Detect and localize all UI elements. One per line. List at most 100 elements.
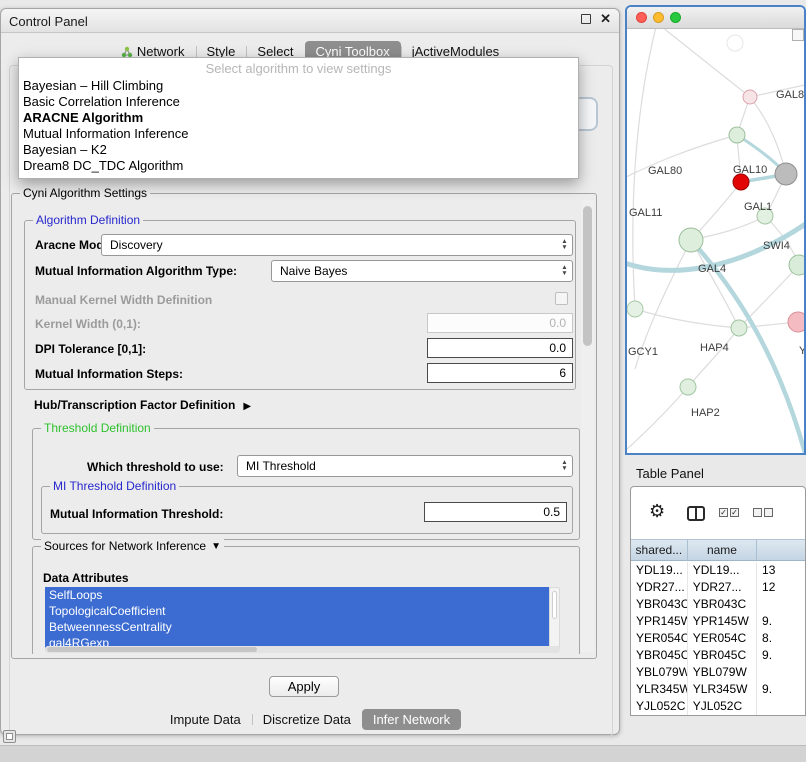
table-row[interactable]: YBR045CYBR045C9. <box>631 647 805 664</box>
gear-icon[interactable]: ⚙ <box>649 501 665 521</box>
cell <box>757 698 805 715</box>
attribute-list: SelfLoops TopologicalCoefficient Between… <box>45 587 549 651</box>
algorithm-definition-group: Algorithm Definition Aracne Mode: Discov… <box>24 220 576 390</box>
tab-impute-data[interactable]: Impute Data <box>159 709 252 730</box>
tab-infer-network[interactable]: Infer Network <box>362 709 461 730</box>
zoom-traffic-light[interactable] <box>670 12 681 23</box>
attribute-list-scrollbar[interactable] <box>549 587 560 651</box>
minimized-window-icon[interactable] <box>3 730 16 743</box>
table-row[interactable]: YDR27...YDR27...12 <box>631 579 805 596</box>
cell: YBL079W <box>631 664 688 681</box>
column-header-cut[interactable] <box>757 540 805 560</box>
node-top-pink[interactable] <box>743 90 757 104</box>
network-titlebar[interactable] <box>627 7 804 29</box>
node-gray-large[interactable] <box>775 163 797 185</box>
tab-discretize-data[interactable]: Discretize Data <box>252 709 362 730</box>
mi-steps-field[interactable]: 6 <box>427 363 573 383</box>
settings-group-title: Cyni Algorithm Settings <box>20 186 150 200</box>
cell: YLR345W <box>631 681 688 698</box>
checked-box-icon: ✓ <box>730 508 739 517</box>
stepper-icon: ▲▼ <box>557 460 572 472</box>
node-label: GAL10 <box>733 164 767 176</box>
cell: 12 <box>757 579 805 596</box>
cell: YLR345W <box>688 681 757 698</box>
stepper-icon: ▲▼ <box>557 239 572 251</box>
node-label: HAP2 <box>691 407 720 419</box>
node-faint-outline[interactable] <box>727 35 743 51</box>
hub-definition-expander[interactable]: Hub/Transcription Factor Definition▶ <box>34 396 251 412</box>
data-attributes-label: Data Attributes <box>43 571 129 585</box>
mi-type-select[interactable]: Naive Bayes ▲▼ <box>271 260 573 282</box>
table-body: YDL19...YDL19...13 YDR27...YDR27...12 YB… <box>631 562 805 715</box>
cyni-algorithm-settings-group: Cyni Algorithm Settings Algorithm Defini… <box>11 193 597 659</box>
popup-placeholder: Select algorithm to view settings <box>19 58 578 78</box>
which-threshold-select[interactable]: MI Threshold ▲▼ <box>237 455 573 477</box>
algorithm-option[interactable]: Mutual Information Inference <box>19 126 578 142</box>
algorithm-option[interactable]: Dream8 DC_TDC Algorithm <box>19 158 578 174</box>
tab-label: Discretize Data <box>263 712 351 727</box>
algorithm-option[interactable]: Basic Correlation Inference <box>19 94 578 110</box>
node-right-pink[interactable] <box>788 312 804 332</box>
algorithm-option[interactable]: Bayesian – Hill Climbing <box>19 78 578 94</box>
dpi-tolerance-field[interactable]: 0.0 <box>427 338 573 358</box>
unchecked-box-icon <box>753 508 762 517</box>
node-label: GAL11 <box>629 207 662 219</box>
node-left-green[interactable] <box>627 301 643 317</box>
attribute-list-hscrollbar[interactable] <box>45 646 560 653</box>
mi-threshold-label: Mutual Information Threshold: <box>50 507 223 521</box>
checked-box-icon: ✓ <box>719 508 728 517</box>
close-traffic-light[interactable] <box>636 12 647 23</box>
cell <box>757 664 805 681</box>
algorithm-option-selected[interactable]: ARACNE Algorithm <box>19 110 578 126</box>
cell: YBR045C <box>631 647 688 664</box>
cell: YPR145W <box>631 613 688 630</box>
float-window-icon[interactable] <box>581 14 591 24</box>
mi-steps-label: Mutual Information Steps: <box>35 367 183 381</box>
table-row[interactable]: YPR145WYPR145W9. <box>631 613 805 630</box>
kernel-width-field[interactable]: 0.0 <box>427 313 573 333</box>
select-all-columns-icon[interactable]: ✓ ✓ <box>719 508 739 517</box>
unchecked-box-icon <box>764 508 773 517</box>
table-row[interactable]: YDL19...YDL19...13 <box>631 562 805 579</box>
node-label: GAL4 <box>698 263 726 275</box>
which-threshold-value: MI Threshold <box>238 459 557 473</box>
scrollbar-corner[interactable] <box>792 29 804 41</box>
node-right-green[interactable] <box>789 255 804 275</box>
minimize-traffic-light[interactable] <box>653 12 664 23</box>
node-label: Y <box>799 345 804 357</box>
manual-kernel-checkbox[interactable] <box>555 292 568 305</box>
unselect-all-columns-icon[interactable] <box>753 508 773 517</box>
node-gal4[interactable] <box>679 228 703 252</box>
attribute-item[interactable]: TopologicalCoefficient <box>45 603 549 619</box>
node-hap2[interactable] <box>680 379 696 395</box>
close-icon[interactable]: ✕ <box>600 14 611 24</box>
column-header-name[interactable]: name <box>688 540 757 560</box>
highlighted-edges <box>627 135 804 453</box>
network-graph: GAL8 GAL80 GAL10 GAL11 GAL1 SWI4 GAL4 GC… <box>627 29 804 455</box>
node-hap4[interactable] <box>731 320 747 336</box>
window-title: Control Panel <box>9 14 88 29</box>
node-top-green[interactable] <box>729 127 745 143</box>
control-panel-titlebar[interactable]: Control Panel ✕ <box>1 9 619 33</box>
cell: YBL079W <box>688 664 757 681</box>
apply-button[interactable]: Apply <box>269 676 339 697</box>
table-row[interactable]: YBL079WYBL079W <box>631 664 805 681</box>
node-red[interactable] <box>733 174 749 190</box>
column-header-shared-name[interactable]: shared... <box>631 540 688 560</box>
attribute-item[interactable]: BetweennessCentrality <box>45 619 549 635</box>
table-row[interactable]: YJL052CYJL052C <box>631 698 805 715</box>
columns-icon[interactable] <box>687 506 705 521</box>
table-row[interactable]: YLR345WYLR345W9. <box>631 681 805 698</box>
settings-scrollbar[interactable] <box>581 200 594 652</box>
algorithm-option[interactable]: Bayesian – K2 <box>19 142 578 158</box>
table-panel-title: Table Panel <box>636 466 704 481</box>
mi-threshold-field[interactable]: 0.5 <box>424 502 567 522</box>
table-row[interactable]: YBR043CYBR043C <box>631 596 805 613</box>
cell: YDR27... <box>688 579 757 596</box>
aracne-mode-select[interactable]: Discovery ▲▼ <box>101 234 573 256</box>
cell: YBR043C <box>631 596 688 613</box>
cell: YBR043C <box>688 596 757 613</box>
table-row[interactable]: YER054CYER054C8. <box>631 630 805 647</box>
attribute-item[interactable]: SelfLoops <box>45 587 549 603</box>
collapse-arrow-icon[interactable]: ▼ <box>211 541 221 552</box>
